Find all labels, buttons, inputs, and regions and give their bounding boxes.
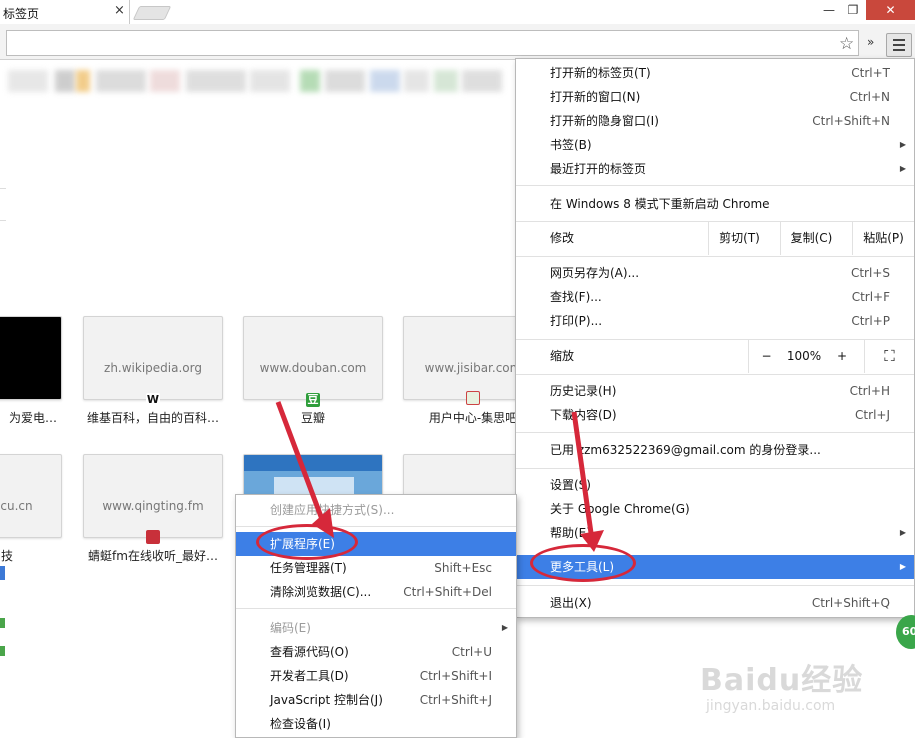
annotation-overlay: [275, 401, 604, 552]
baidu-watermark: Baidu经验: [700, 663, 864, 698]
annotation-arrow-line: [571, 411, 595, 541]
annotation-oval: [256, 524, 358, 560]
annotation-arrow-line: [275, 401, 329, 531]
annotation-oval: [530, 544, 636, 582]
watermark-url: jingyan.baidu.com: [706, 698, 836, 714]
browser-window: 标签页 × — ❐ ✕ ☆ » 为爱电… zh.wikipedia.org W …: [0, 0, 915, 738]
